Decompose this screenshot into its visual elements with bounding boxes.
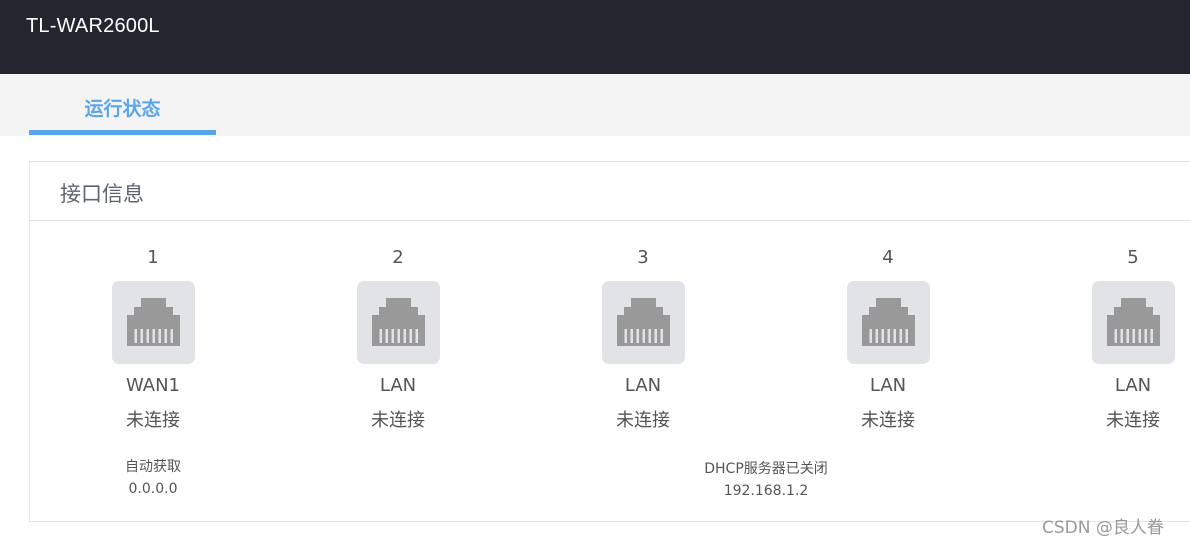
- port-2: 2 LAN 未连接: [318, 246, 478, 433]
- tab-label: 运行状态: [84, 98, 161, 120]
- port-number: 4: [882, 247, 894, 268]
- lan-ip: 192.168.1.2: [723, 483, 809, 499]
- ethernet-port-icon: [861, 298, 915, 346]
- port-status: 未连接: [371, 410, 425, 431]
- port-box: [111, 281, 195, 364]
- port-number: 2: [392, 247, 404, 268]
- ethernet-port-icon: [616, 298, 670, 346]
- port-type: WAN1: [125, 375, 181, 396]
- device-model-title: TL-WAR2600L: [26, 15, 160, 37]
- port-3: 3 LAN 未连接: [563, 246, 723, 433]
- port-type: LAN: [1114, 375, 1152, 396]
- port-status: 未连接: [616, 410, 670, 431]
- port-type: LAN: [379, 375, 417, 396]
- watermark: CSDN @良人眷: [1042, 518, 1164, 538]
- ethernet-port-icon: [126, 298, 180, 346]
- port-type: LAN: [624, 375, 662, 396]
- port-number: 1: [147, 247, 159, 268]
- port-1: 1 WAN1 未连接: [73, 246, 233, 433]
- port-number: 5: [1127, 247, 1139, 268]
- port-status: 未连接: [1106, 410, 1160, 431]
- port-type: LAN: [869, 375, 907, 396]
- port-number: 3: [637, 247, 649, 268]
- wan-ip: 0.0.0.0: [128, 481, 178, 497]
- tab-bar: 运行状态: [0, 74, 1190, 136]
- dhcp-status: DHCP服务器已关闭: [704, 461, 828, 477]
- port-box: [1091, 281, 1175, 364]
- tab-running-status[interactable]: 运行状态: [29, 74, 216, 136]
- port-4: 4 LAN 未连接: [808, 246, 968, 433]
- wan-info: 自动获取 0.0.0.0: [93, 456, 213, 500]
- port-box: [601, 281, 685, 364]
- ethernet-port-icon: [371, 298, 425, 346]
- port-status: 未连接: [861, 410, 915, 431]
- top-bar: TL-WAR2600L: [0, 0, 1190, 74]
- port-box: [356, 281, 440, 364]
- port-status: 未连接: [126, 410, 180, 431]
- port-5: 5 LAN 未连接: [1053, 246, 1190, 433]
- ethernet-port-icon: [1106, 298, 1160, 346]
- panel-divider: [30, 220, 1190, 221]
- port-box: [846, 281, 930, 364]
- panel-title: 接口信息: [60, 182, 144, 206]
- wan-mode: 自动获取: [125, 459, 181, 475]
- tab-active-indicator: [29, 130, 216, 135]
- lan-info: DHCP服务器已关闭 192.168.1.2: [666, 458, 866, 502]
- interface-info-panel: 接口信息 1 WAN1 未连接 2 LAN 未连接 3 LAN 未连接 4 LA…: [29, 161, 1190, 522]
